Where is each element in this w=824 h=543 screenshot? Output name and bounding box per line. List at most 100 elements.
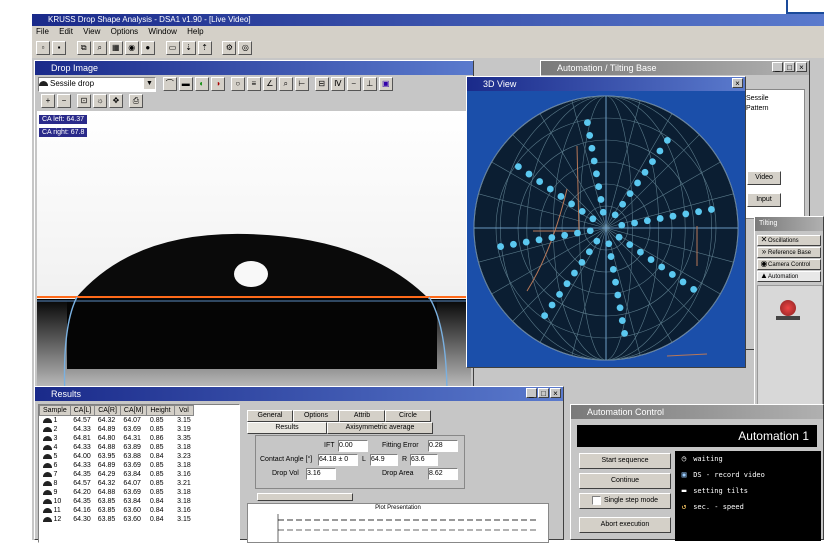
table-row[interactable]: 9 64.20 64.88 63.69 0.85 3.18 <box>40 488 194 497</box>
col-cal[interactable]: CA[L] <box>69 405 96 416</box>
dose-icon[interactable]: ⇣ <box>181 41 196 55</box>
tool-item-reference[interactable]: » Reference Base <box>757 247 821 258</box>
method-select[interactable]: Sessile drop ▼ <box>38 77 156 92</box>
menu-options[interactable]: Options <box>111 27 139 36</box>
row-cell: 63.88 <box>123 453 141 460</box>
automation-step[interactable]: ▣ DS - record video <box>675 467 821 483</box>
table-row[interactable]: 7 64.35 64.29 63.84 0.85 3.16 <box>40 470 194 479</box>
app-title: KRUSS Drop Shape Analysis - DSA1 v1.90 -… <box>48 15 251 24</box>
table-row[interactable]: 11 64.16 63.85 63.60 0.84 3.16 <box>40 506 194 515</box>
drop-area-value[interactable]: 8.62 <box>428 468 458 480</box>
drop-right-icon[interactable]: ◑ <box>210 77 225 91</box>
automation-step[interactable]: ↺ sec. - speed <box>675 499 821 515</box>
menu-edit[interactable]: Edit <box>59 27 73 36</box>
measure-icon[interactable]: ⊢ <box>294 77 309 91</box>
col-height[interactable]: Height <box>146 405 175 416</box>
camera-icon[interactable]: ◉ <box>124 41 139 55</box>
drop-image-title-bar[interactable]: Drop Image <box>35 61 473 75</box>
frame-icon[interactable]: ▭ <box>165 41 180 55</box>
l-value[interactable]: 64.9 <box>370 454 398 466</box>
single-step-button[interactable]: Single step mode <box>579 493 671 509</box>
tab-results[interactable]: Results <box>247 422 327 434</box>
zoom-in-icon[interactable]: + <box>41 94 55 108</box>
minimize-icon[interactable]: _ <box>772 62 783 72</box>
drop-left-icon[interactable]: ◐ <box>194 77 209 91</box>
automation-step[interactable]: ▬ setting tilts <box>675 483 821 499</box>
tangent-icon[interactable]: ∠ <box>262 77 277 91</box>
col-car[interactable]: CA[R] <box>94 405 121 416</box>
grid-icon[interactable]: ▦ <box>108 41 123 55</box>
target-icon[interactable]: ◎ <box>238 41 253 55</box>
tool-title-bar[interactable]: Tilting <box>755 217 823 231</box>
row-sample-cell: 3 <box>40 434 71 443</box>
polar-close-icon[interactable]: × <box>732 78 743 88</box>
tilt-icon[interactable]: ⇡ <box>197 41 212 55</box>
single-step-checkbox[interactable] <box>591 495 601 505</box>
side-button-1[interactable]: Video <box>747 171 781 185</box>
tool-item-oscillations[interactable]: ✕Oscillations <box>757 235 821 246</box>
line-icon[interactable]: ⎯ <box>346 77 361 91</box>
light-icon[interactable]: ☼ <box>93 94 107 108</box>
table-row[interactable]: 3 64.81 64.80 64.31 0.86 3.35 <box>40 434 194 443</box>
menu-help[interactable]: Help <box>187 27 203 36</box>
ift-value[interactable]: 0.00 <box>338 440 368 452</box>
marker-icon[interactable]: ⊥ <box>362 77 377 91</box>
contact-angle-value[interactable]: 64.18 ± 0 <box>318 454 358 466</box>
table-row[interactable]: 12 64.30 63.85 63.60 0.84 3.15 <box>40 515 194 524</box>
results-scrollbar-h[interactable] <box>257 493 353 501</box>
polar-title-bar[interactable]: 3D View × <box>467 77 745 91</box>
abort-button[interactable]: Abort execution <box>579 517 671 533</box>
col-sample[interactable]: Sample <box>39 405 71 416</box>
results-close-icon[interactable]: × <box>550 388 561 398</box>
zoom-out-icon[interactable]: − <box>57 94 71 108</box>
results-minimize-icon[interactable]: _ <box>526 388 537 398</box>
chevron-down-icon[interactable]: ▼ <box>144 78 155 89</box>
side-button-2[interactable]: Input <box>747 193 781 207</box>
drop-vol-value[interactable]: 3.16 <box>306 468 336 480</box>
save-icon[interactable]: ▪ <box>52 41 66 55</box>
col-cam[interactable]: CA[M] <box>119 405 148 416</box>
magnify-icon[interactable]: ⌕ <box>278 77 293 91</box>
table-row[interactable]: 2 64.33 64.89 63.69 0.85 3.19 <box>40 425 194 434</box>
row-cell: 0.85 <box>149 471 164 478</box>
start-sequence-button[interactable]: Start sequence <box>579 453 671 469</box>
record-icon[interactable]: ● <box>140 41 155 55</box>
menu-window[interactable]: Window <box>148 27 176 36</box>
menu-view[interactable]: View <box>83 27 100 36</box>
fitting-error-value[interactable]: 0.28 <box>428 440 458 452</box>
r-value[interactable]: 63.6 <box>410 454 438 466</box>
fit-icon[interactable]: ⌒ <box>162 77 177 91</box>
palette-icon[interactable]: ▣ <box>378 77 393 91</box>
tab-axisymmetric[interactable]: Axisymmetric average <box>327 422 433 434</box>
table-row[interactable]: 5 64.00 63.95 63.88 0.84 3.23 <box>40 452 194 461</box>
level-icon[interactable]: Ⅳ <box>330 77 345 91</box>
tool-item-automation[interactable]: ▲Automation <box>757 271 821 282</box>
close-icon[interactable]: × <box>796 62 807 72</box>
circle-icon[interactable]: ○ <box>230 77 245 91</box>
automation-title-bar[interactable]: Automation Control <box>571 405 823 419</box>
table-row[interactable]: 4 64.33 64.88 63.89 0.85 3.18 <box>40 443 194 452</box>
results-maximize-icon[interactable]: □ <box>538 388 549 398</box>
table-row[interactable]: 6 64.33 64.89 63.69 0.85 3.18 <box>40 461 194 470</box>
maximize-icon[interactable]: □ <box>784 62 795 72</box>
menu-file[interactable]: File <box>36 27 49 36</box>
settings-icon[interactable]: ⚙ <box>222 41 237 55</box>
tool-item-camera[interactable]: ◉Camera Control <box>757 259 821 270</box>
results-title-bar[interactable]: Results _ □ × <box>35 387 563 401</box>
table-row[interactable]: 10 64.35 63.85 63.84 0.84 3.18 <box>40 497 194 506</box>
ruler-icon[interactable]: ⊟ <box>314 77 329 91</box>
continue-button[interactable]: Continue <box>579 473 671 489</box>
table-row[interactable]: 8 64.57 64.32 64.07 0.85 3.21 <box>40 479 194 488</box>
col-vol[interactable]: Vol <box>173 405 195 416</box>
pan-icon[interactable]: ✥ <box>109 94 123 108</box>
automation-step[interactable]: ◷ waiting <box>675 451 821 467</box>
focus-icon[interactable]: ⊡ <box>77 94 91 108</box>
right-back-title-bar[interactable]: Automation / Tilting Base _ □ × <box>541 61 809 75</box>
new-icon[interactable]: ▫ <box>36 41 50 55</box>
copy-icon[interactable]: ⧉ <box>76 41 91 55</box>
print-icon[interactable]: ⎙ <box>129 94 143 108</box>
lines-icon[interactable]: ≡ <box>246 77 261 91</box>
table-row[interactable]: 1 64.57 64.32 64.07 0.85 3.15 <box>40 416 194 426</box>
baseline-icon[interactable]: ▬ <box>178 77 193 91</box>
zoom-icon[interactable]: ⌕ <box>92 41 107 55</box>
